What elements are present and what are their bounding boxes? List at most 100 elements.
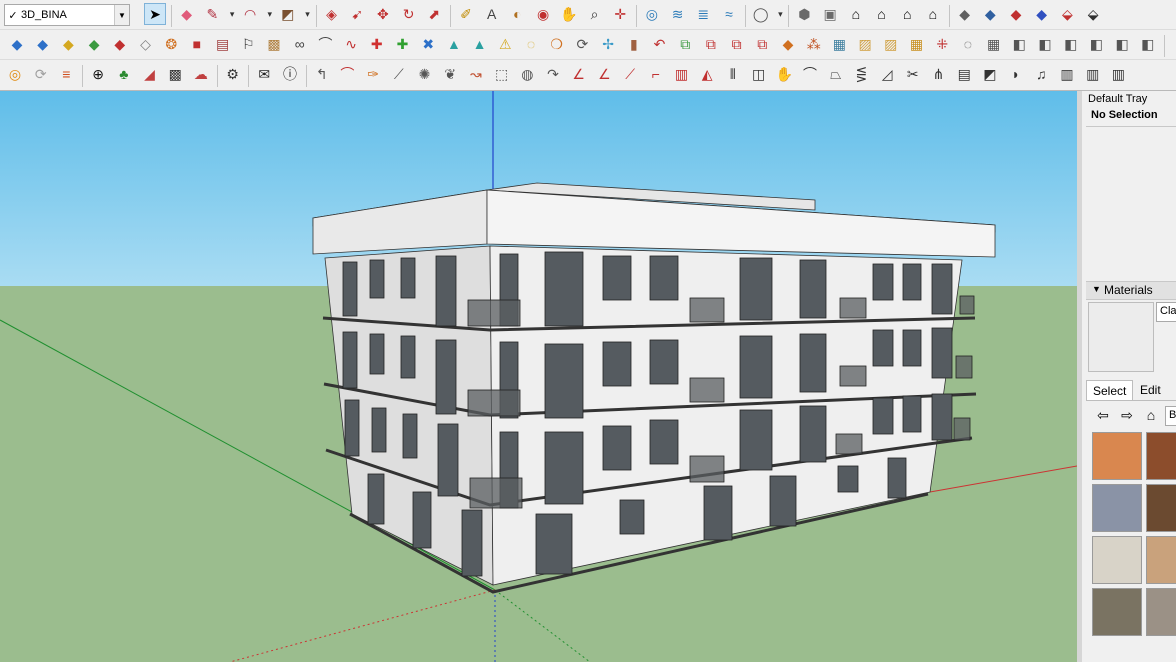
plugin-cone-alt-icon[interactable]: ▲ <box>469 33 491 55</box>
account-icon[interactable]: ◯ <box>750 3 772 25</box>
plugin-music-icon[interactable]: ♫ <box>1030 63 1052 85</box>
material-name-field[interactable]: Classic <box>1156 302 1176 322</box>
plugin-curve-tool-icon[interactable]: ↰ <box>311 63 333 85</box>
plugin-pyramid-icon[interactable]: ◭ <box>696 63 718 85</box>
plugin-green-cross-icon[interactable]: ✚ <box>392 33 414 55</box>
collapse-triangle-icon[interactable]: ▼ <box>1092 284 1101 294</box>
material-swatch[interactable] <box>1146 588 1176 636</box>
plugin-bend-icon[interactable]: ↝ <box>465 63 487 85</box>
forward-arrow-icon[interactable]: ⇨ <box>1118 406 1136 424</box>
pan-icon[interactable]: ✋ <box>558 3 580 25</box>
push-pull-icon[interactable]: ◈ <box>321 3 343 25</box>
plugin-hatch-alt-icon[interactable]: ▨ <box>880 33 902 55</box>
dropdown-caret-icon[interactable]: ▾ <box>227 3 237 25</box>
extension-icon[interactable]: ≋ <box>667 3 689 25</box>
materials-panel-header[interactable]: ▼ Materials <box>1086 281 1176 300</box>
plugin-frame-icon[interactable]: ▦ <box>828 33 850 55</box>
plugin-refresh-icon[interactable]: ⟳ <box>571 33 593 55</box>
sandbox-icon[interactable]: ≈ <box>718 3 740 25</box>
dropdown-caret-icon[interactable]: ▾ <box>265 3 275 25</box>
plugin-bars-alt-icon[interactable]: ▥ <box>1082 63 1104 85</box>
plugin-orange-swirl-icon[interactable]: ❂ <box>160 33 182 55</box>
textured-style-icon[interactable]: ◆ <box>1031 3 1053 25</box>
plugin-bezier-icon[interactable]: ∿ <box>340 33 362 55</box>
text-label-icon[interactable]: A <box>481 3 503 25</box>
plugin-box-icon[interactable]: ▩ <box>263 33 285 55</box>
back-view-icon[interactable]: ⌂ <box>896 3 918 25</box>
plugin-spiral-icon[interactable]: ◌ <box>520 33 542 55</box>
material-swatch[interactable] <box>1092 484 1142 532</box>
top-view-icon[interactable]: ▣ <box>819 3 841 25</box>
arc-tool-icon[interactable]: ◠ <box>239 3 261 25</box>
plugin-grey-tile-icon[interactable]: ◇ <box>135 33 157 55</box>
plugin-cylinder-icon[interactable]: ◫ <box>748 63 770 85</box>
plugin-grid-icon[interactable]: ▤ <box>212 33 234 55</box>
plugin-cube-icon[interactable]: ▮ <box>623 33 645 55</box>
plugin-pattern-icon[interactable]: ⁂ <box>803 33 825 55</box>
wireframe-style-icon[interactable]: ◆ <box>979 3 1001 25</box>
plugin-angle-alt-icon[interactable]: ∠ <box>593 63 615 85</box>
plugin-stack-edit-icon[interactable]: ◧ <box>1137 33 1159 55</box>
plugin-move-icon[interactable]: ✢ <box>597 33 619 55</box>
warehouse-icon[interactable]: ◎ <box>641 3 663 25</box>
select-tool-icon[interactable]: ➤ <box>144 3 166 25</box>
material-swatch[interactable] <box>1092 536 1142 584</box>
plugin-bars-thick-icon[interactable]: ▥ <box>1107 63 1129 85</box>
tree-icon[interactable]: ♣ <box>113 63 135 85</box>
material-library-dropdown[interactable]: Brick, Cladding and Siding <box>1165 406 1176 426</box>
dropdown-caret-icon[interactable]: ▾ <box>303 3 313 25</box>
plugin-stripes-icon[interactable]: ≡ <box>55 63 77 85</box>
plugin-layers-icon[interactable]: ◧ <box>1008 33 1030 55</box>
layout-icon[interactable]: ≣ <box>692 3 714 25</box>
plugin-paint-icon[interactable]: ✑ <box>362 63 384 85</box>
add-circle-icon[interactable]: ⊕ <box>87 63 109 85</box>
plugin-green-tile-icon[interactable]: ◆ <box>83 33 105 55</box>
plugin-warning-icon[interactable]: ⚠ <box>494 33 516 55</box>
plugin-hook-icon[interactable]: ⌐ <box>645 63 667 85</box>
plugin-component-alt-icon[interactable]: ⧉ <box>700 33 722 55</box>
plugin-flag-icon[interactable]: ⚐ <box>237 33 259 55</box>
plugin-component-edit-icon[interactable]: ⧉ <box>726 33 748 55</box>
xray-style-icon[interactable]: ◆ <box>954 3 976 25</box>
plugin-ramp-icon[interactable]: ◩ <box>979 63 1001 85</box>
plugin-undo-icon[interactable]: ↶ <box>649 33 671 55</box>
pencil-line-icon[interactable]: ✎ <box>201 3 223 25</box>
dropdown-caret-icon[interactable]: ▾ <box>775 3 785 25</box>
paint-bucket-icon[interactable]: ◐ <box>506 3 528 25</box>
plugin-red-tile-icon[interactable]: ◆ <box>109 33 131 55</box>
plugin-line-cut-icon[interactable]: ⟋ <box>619 63 641 85</box>
plugin-vase-icon[interactable]: ◗ <box>1005 63 1027 85</box>
material-swatch[interactable] <box>1146 536 1176 584</box>
plugin-blue-tile-icon[interactable]: ◆ <box>6 33 28 55</box>
zoom-icon[interactable]: ⌕ <box>584 3 606 25</box>
shape-tool-icon[interactable]: ◩ <box>277 3 299 25</box>
plugin-stack-remove-icon[interactable]: ◧ <box>1111 33 1133 55</box>
plugin-knife-icon[interactable]: ⟋ <box>388 63 410 85</box>
plugin-blue-x-icon[interactable]: ✖ <box>417 33 439 55</box>
zoom-extents-icon[interactable]: ✛ <box>609 3 631 25</box>
checker-icon[interactable]: ▩ <box>164 63 186 85</box>
plugin-hatch-grid-icon[interactable]: ▦ <box>906 33 928 55</box>
plugin-curve-icon[interactable]: ⌒ <box>314 33 336 55</box>
plugin-gem-icon[interactable]: ◆ <box>777 33 799 55</box>
plugin-fold-icon[interactable]: ⏢ <box>825 63 847 85</box>
model-viewport[interactable] <box>0 91 1077 662</box>
model-scene[interactable] <box>0 91 1077 662</box>
orbit-icon[interactable]: ◉ <box>532 3 554 25</box>
move-icon[interactable]: ✥ <box>372 3 394 25</box>
plugin-component-icon[interactable]: ⧉ <box>674 33 696 55</box>
terrain-icon[interactable]: ◢ <box>139 63 161 85</box>
material-swatch[interactable] <box>1146 432 1176 480</box>
info-icon[interactable]: ⓘ <box>279 63 301 85</box>
plugin-leaf-icon[interactable]: ❦ <box>439 63 461 85</box>
plugin-wall-icon[interactable]: ▤ <box>953 63 975 85</box>
plugin-array-icon[interactable]: ▦ <box>983 33 1005 55</box>
plugin-sweep-icon[interactable]: ↷ <box>542 63 564 85</box>
layer-dropdown[interactable]: ✓ 3D_BINA ▼ <box>4 4 130 26</box>
scale-icon[interactable]: ⬈ <box>423 3 445 25</box>
plugin-hatch-icon[interactable]: ▨ <box>854 33 876 55</box>
plugin-scatter-icon[interactable]: ⁜ <box>931 33 953 55</box>
plugin-stack-alt-icon[interactable]: ◧ <box>1060 33 1082 55</box>
tab-edit[interactable]: Edit <box>1134 380 1167 400</box>
material-swatch[interactable] <box>1092 432 1142 480</box>
